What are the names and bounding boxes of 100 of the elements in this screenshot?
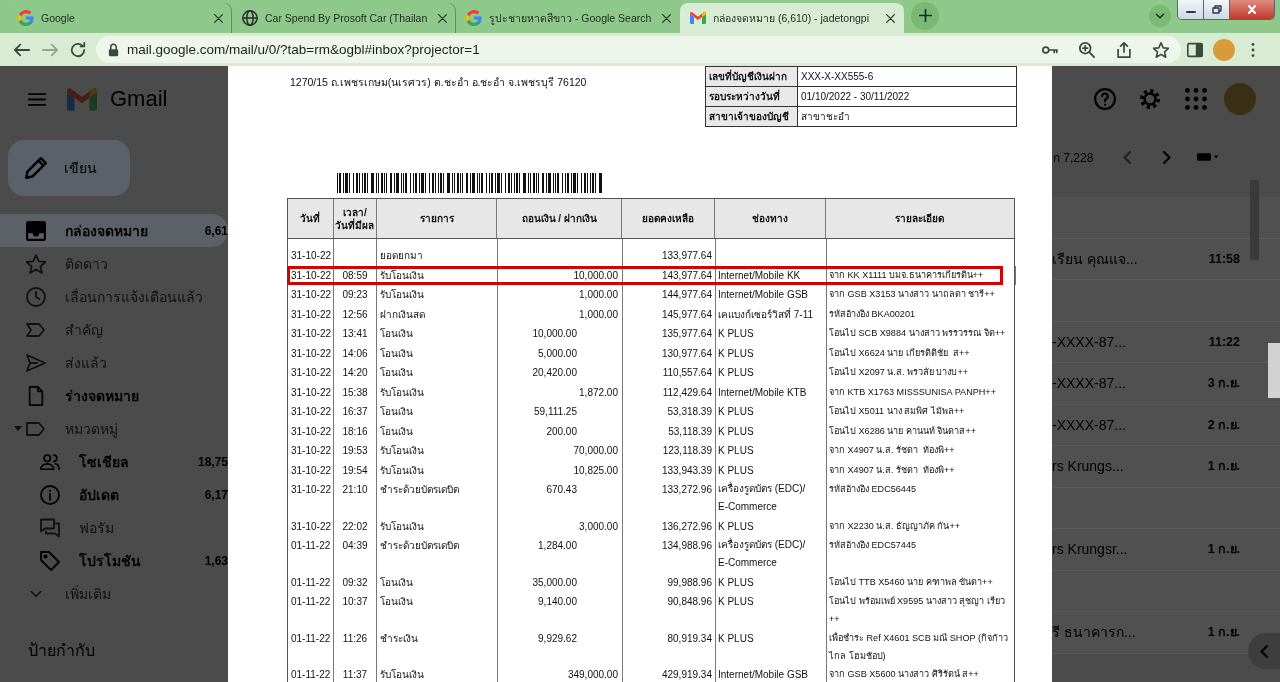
balance-cell: 90,848.96 (623, 592, 716, 629)
chat-bubbles-icon (40, 517, 60, 538)
scrollbar-thumb[interactable] (1268, 343, 1280, 398)
description-cell: รับโอนเงิน (377, 665, 498, 682)
balance-cell: 112,429.64 (623, 382, 716, 402)
channel-cell: K PLUS (716, 324, 827, 344)
nav-item[interactable]: หมวดหมู่ (0, 412, 228, 445)
column-header: ถอนเงิน / ฝากเงิน (497, 199, 623, 238)
channel-cell: K PLUS (716, 572, 827, 592)
channel-cell: K PLUS (716, 592, 827, 629)
close-icon (885, 13, 895, 23)
g-logo-icon (466, 10, 482, 26)
tab-search-button[interactable] (1149, 5, 1171, 27)
deposit-amount: 349,000.00 (567, 668, 618, 682)
nav-item[interactable]: ติดดาว (0, 247, 228, 280)
message-time: 1 ก.ย. (1207, 624, 1240, 642)
nav-item[interactable]: เพิ่มเติม (0, 577, 228, 610)
message-time: 1 ก.ย. (1207, 458, 1240, 476)
g-logo-icon (18, 10, 34, 26)
nav-item[interactable]: อัปเดต 6,17 (0, 478, 228, 511)
pencil-icon (25, 157, 47, 179)
time-cell: 14:06 (334, 343, 377, 363)
date-cell: 31-10-22 (288, 382, 334, 402)
browser-tab[interactable]: Google (8, 3, 232, 33)
share-icon (1116, 41, 1132, 58)
nav-item[interactable]: เลื่อนการแจ้งเตือนแล้ว (0, 280, 228, 313)
message-time: 11:22 (1208, 334, 1240, 349)
message-snippet: -XXXX-87... (1052, 333, 1126, 350)
date-cell: 31-10-22 (288, 343, 334, 363)
details-cell: จาก KK X1111 บมจ.ธนาคารเกียรติน++ (827, 265, 1016, 285)
date-cell: 01-11-22 (288, 572, 334, 592)
description-cell: รับโอนเงิน (377, 516, 498, 536)
date-cell: 31-10-22 (288, 304, 334, 324)
description-cell: รับโอนเงิน (377, 285, 498, 305)
info-label: เลขที่บัญชีเงินฝาก (706, 66, 798, 86)
nav-item[interactable]: ร่างจดหมาย (0, 379, 228, 412)
restore-button[interactable] (1204, 0, 1230, 19)
channel-cell: K PLUS (716, 343, 827, 363)
message-time: 11:58 (1208, 251, 1240, 266)
balance-cell: 110,557.64 (623, 363, 716, 383)
info-label: รอบระหว่างวันที่ (706, 86, 798, 106)
info-icon (40, 484, 60, 505)
nav-item[interactable]: สำคัญ (0, 313, 228, 346)
m-logo-icon (690, 10, 706, 26)
details-cell-text: โอนไป X6286 นาย คานนท์ จินดาส++ (828, 424, 978, 438)
info-label: สาขาเจ้าของบัญชี (706, 106, 798, 126)
balance-cell: 133,977.64 (623, 239, 716, 266)
description-cell: ชำระด้วยบัตรเดบิต (377, 536, 498, 573)
withdrawal-amount: 9,929.62 (538, 631, 577, 646)
description-cell: รับโอนเงิน (377, 460, 498, 480)
address-bar[interactable]: mail.google.com/mail/u/0/?tab=rm&ogbl#inbox?projector=1 (96, 36, 1181, 63)
withdrawal-amount: 1,284.00 (538, 539, 577, 553)
message-time: 2 ก.ย. (1207, 416, 1240, 434)
nav-item[interactable]: ฟอรัม (0, 511, 228, 544)
browser-tab[interactable]: Car Spend By Prosoft Car (Thailan (232, 3, 456, 33)
time-cell: 14:20 (334, 363, 377, 383)
balance-cell: 144,977.64 (623, 285, 716, 305)
scrollbar-thumb[interactable] (1250, 180, 1259, 260)
nav-item[interactable]: กล่องจดหมาย 6,61 (0, 214, 228, 247)
withdrawal-amount: 59,111.25 (534, 405, 577, 419)
time-cell: 12:56 (334, 304, 377, 324)
channel-cell: Internet/Mobile GSB (716, 665, 827, 682)
description-cell: รับโอนเงิน (377, 441, 498, 461)
chevron-left-icon (1123, 150, 1132, 164)
info-value: XXX-X-XX555-6 (798, 66, 1016, 86)
forward-arrow-icon (42, 41, 58, 58)
close-icon (661, 13, 671, 23)
compose-button[interactable]: เขียน (8, 140, 130, 196)
time-cell: 19:54 (334, 460, 377, 480)
message-snippet: rs Krungs... (1052, 458, 1124, 475)
plus-icon (918, 9, 932, 22)
message-time: 1 ก.ย. (1207, 541, 1240, 559)
deposit-amount: 70,000.00 (573, 444, 618, 458)
close-window-button[interactable] (1230, 0, 1274, 19)
nav-item[interactable]: โปรโมชัน 1,63 (0, 544, 228, 577)
time-cell: 19:53 (334, 441, 377, 461)
withdrawal-amount: 10,000.00 (532, 327, 577, 341)
withdrawal-amount: 200.00 (546, 424, 577, 439)
minimize-button[interactable] (1178, 0, 1204, 19)
side-panel-toggle[interactable] (1248, 633, 1280, 669)
description-cell: โอนเงิน (377, 402, 498, 422)
balance-cell: 99,988.96 (623, 572, 716, 592)
clock-icon (26, 286, 46, 307)
browser-tab[interactable]: กล่องจดหมาย (6,610) - jadetongpi (680, 3, 904, 33)
details-cell-text: จาก X4907 น.ส. รัชดา ท้องพิ++ (828, 444, 956, 457)
browser-tab[interactable]: รูปะชายหาดสีขาว - Google Search (456, 3, 680, 33)
balance-cell: 53,318.39 (623, 402, 716, 422)
deposit-amount: 10,825.00 (573, 463, 618, 478)
nav-item[interactable]: โซเชียล 18,75 (0, 445, 228, 478)
date-cell: 31-10-22 (288, 265, 334, 285)
channel-cell: K PLUS (716, 628, 827, 665)
date-cell: 01-11-22 (288, 536, 334, 573)
channel-cell: K PLUS (716, 421, 827, 441)
tag-icon (40, 550, 60, 571)
balance-cell: 429,919.34 (623, 665, 716, 682)
nav-item[interactable]: ส่งแล้ว (0, 346, 228, 379)
new-tab-button[interactable] (911, 1, 939, 30)
details-cell-text: โอนไป X5011 นาง สมพิศ ไม้พล++ (828, 405, 966, 418)
balance-cell: 134,988.96 (623, 536, 716, 573)
send-icon (26, 352, 46, 373)
